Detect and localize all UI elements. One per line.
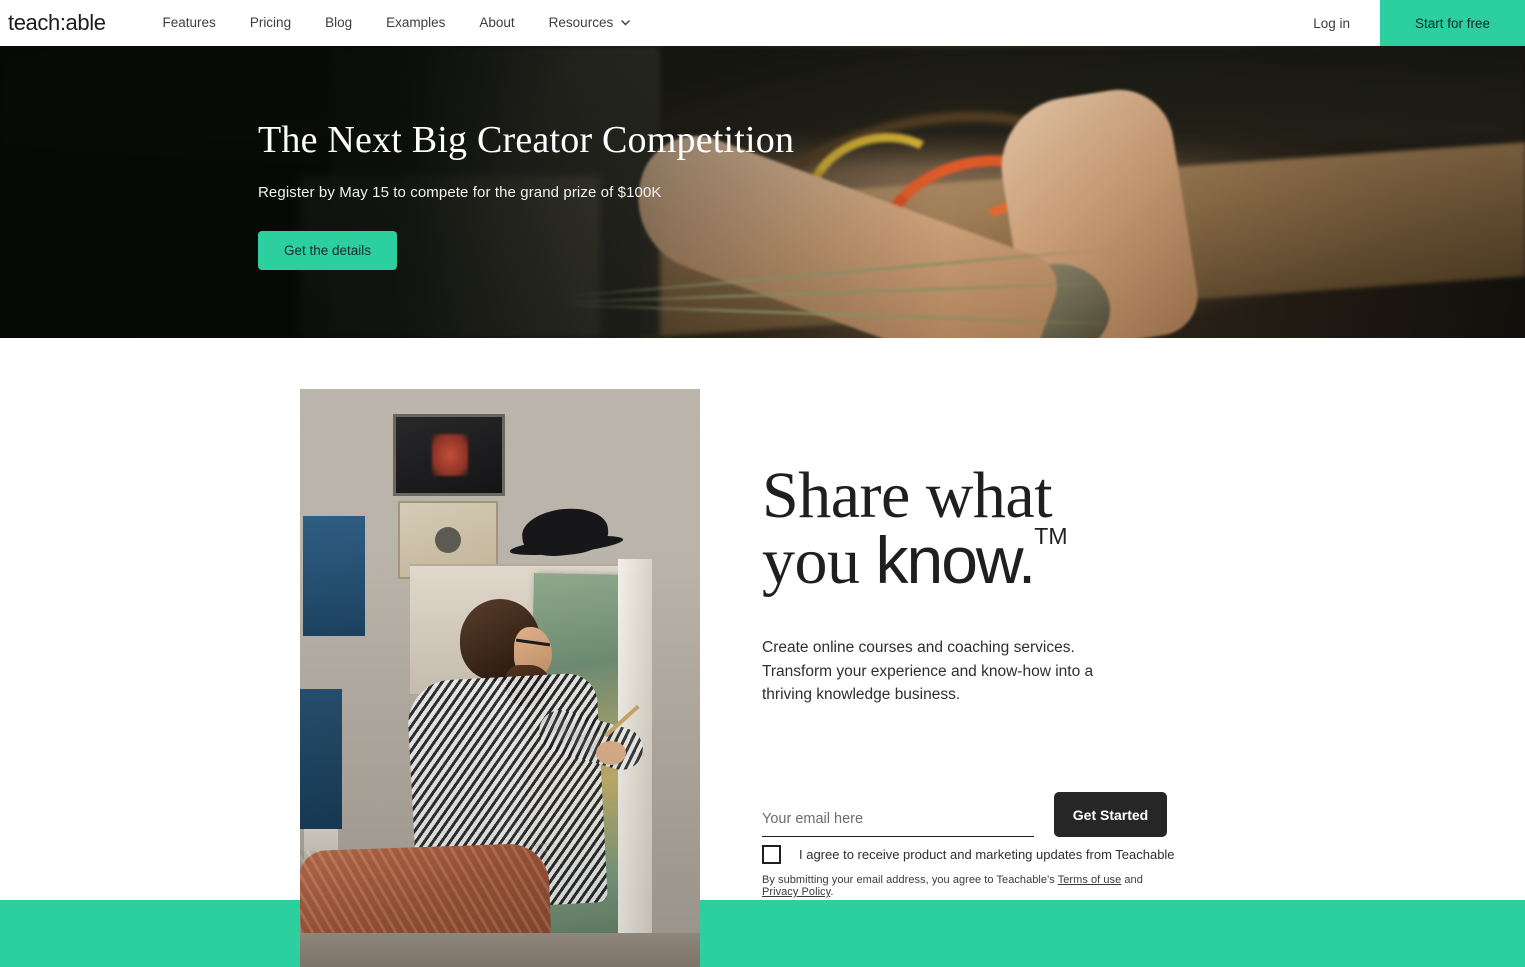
fineprint-prefix: By submitting your email address, you ag… <box>762 874 1058 886</box>
hero-content: The Next Big Creator Competition Registe… <box>258 119 795 270</box>
landing-page: teach:able Features Pricing Blog Example… <box>0 0 1525 967</box>
nav-label: Examples <box>386 15 446 30</box>
teachable-logo[interactable]: teach:able <box>0 0 106 46</box>
trademark-symbol: TM <box>1034 523 1068 550</box>
green-accent-band <box>0 900 1525 967</box>
hero-banner: The Next Big Creator Competition Registe… <box>0 46 1525 338</box>
page-title: Share what you know.TM <box>762 459 1182 598</box>
get-started-button[interactable]: Get Started <box>1054 792 1167 837</box>
nav-label: Features <box>162 15 216 30</box>
nav-item-features[interactable]: Features <box>146 0 233 46</box>
headline-line-1: Share what <box>762 459 1053 532</box>
email-input[interactable] <box>762 811 1034 837</box>
main-navigation: Features Pricing Blog Examples About Res… <box>146 0 647 46</box>
consent-row: I agree to receive product and marketing… <box>762 845 1175 864</box>
nav-item-pricing[interactable]: Pricing <box>233 0 308 46</box>
nav-item-examples[interactable]: Examples <box>369 0 462 46</box>
site-header: teach:able Features Pricing Blog Example… <box>0 0 1525 46</box>
legal-fineprint: By submitting your email address, you ag… <box>762 874 1182 898</box>
nav-label: About <box>479 15 515 30</box>
chevron-down-icon <box>620 17 631 26</box>
fineprint-middle: and <box>1121 874 1143 886</box>
hero-title: The Next Big Creator Competition <box>258 119 795 161</box>
nav-item-resources[interactable]: Resources <box>532 0 647 46</box>
nav-item-blog[interactable]: Blog <box>308 0 369 46</box>
terms-of-use-link[interactable]: Terms of use <box>1058 874 1122 886</box>
signup-form: Get Started <box>762 792 1182 837</box>
get-the-details-button[interactable]: Get the details <box>258 230 398 270</box>
header-actions: Log in Start for free <box>1283 0 1525 46</box>
nav-label: Pricing <box>249 15 292 30</box>
painter-photo <box>300 389 700 967</box>
start-for-free-button[interactable]: Start for free <box>1380 0 1525 46</box>
nav-label: Resources <box>548 15 614 30</box>
lede-paragraph: Create online courses and coaching servi… <box>762 639 1094 704</box>
headline-line-2-sans: know. <box>875 523 1037 598</box>
login-link[interactable]: Log in <box>1283 0 1380 46</box>
marketing-consent-label[interactable]: I agree to receive product and marketing… <box>799 847 1175 862</box>
nav-item-about[interactable]: About <box>462 0 531 46</box>
hero-subtitle: Register by May 15 to compete for the gr… <box>258 183 662 201</box>
marketing-consent-checkbox[interactable] <box>762 845 781 864</box>
nav-label: Blog <box>325 15 353 30</box>
privacy-policy-link[interactable]: Privacy Policy <box>762 886 830 898</box>
fineprint-suffix: . <box>830 886 834 898</box>
value-prop-column: Share what you know.TM Create online cou… <box>762 459 1182 898</box>
headline-line-2-serif: you <box>762 525 876 599</box>
